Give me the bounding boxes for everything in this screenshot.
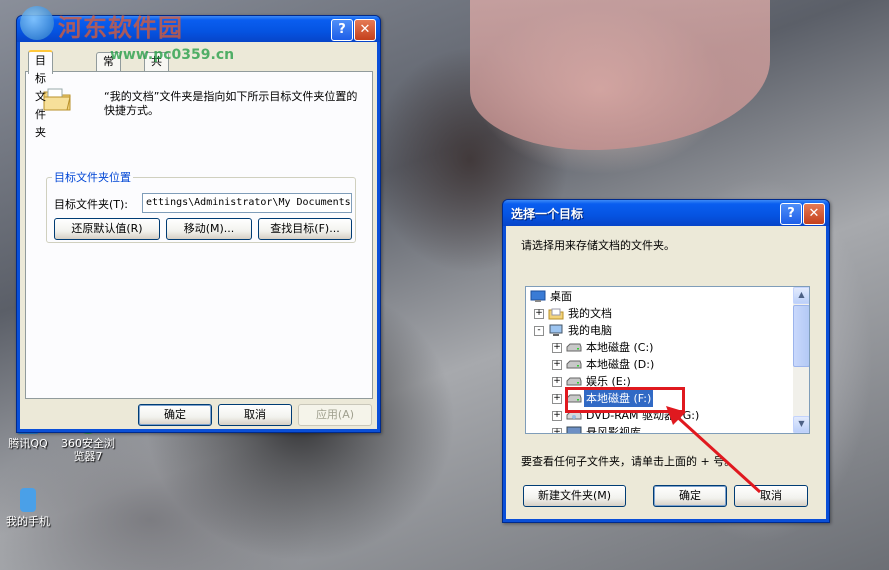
expand-icon[interactable]: + [552, 343, 562, 353]
dialog-client-area: 目标文件夹 常规 共享 “我的文档”文件夹是指向如下所示目标文件夹位置的快捷方式… [20, 42, 377, 429]
title-bar[interactable]: 选择一个目标 ? ✕ [503, 200, 829, 226]
desktop-icon-label: 腾讯QQ [8, 437, 48, 450]
tree-scrollbar[interactable]: ▲ ▼ [793, 287, 809, 433]
my-documents-properties-dialog: ? ✕ 目标文件夹 常规 共享 “我的文档”文件夹是指向如下所示目标文件夹位置的… [16, 15, 381, 433]
expand-icon[interactable]: + [552, 394, 562, 404]
expand-icon[interactable]: + [552, 360, 562, 370]
tree-item-label: 悬风影视库 [586, 426, 641, 434]
expand-icon[interactable]: + [534, 309, 544, 319]
my-documents-icon [548, 308, 564, 320]
tree-item-label: 本地磁盘 (D:) [586, 358, 655, 371]
new-folder-button[interactable]: 新建文件夹(M) [523, 485, 626, 507]
wallpaper-figure [470, 0, 770, 150]
drive-icon [566, 343, 582, 352]
desktop-icon-my-phone[interactable]: 我的手机 [0, 488, 56, 528]
tree-item-label: 本地磁盘 (C:) [586, 341, 654, 354]
instruction-text: 请选择用来存储文档的文件夹。 [521, 239, 675, 252]
find-target-button[interactable]: 查找目标(F)... [258, 218, 352, 240]
move-button[interactable]: 移动(M)... [166, 218, 252, 240]
apply-button: 应用(A) [298, 404, 372, 426]
scroll-thumb[interactable] [793, 305, 809, 367]
help-icon[interactable]: ? [780, 203, 802, 225]
description-text: “我的文档”文件夹是指向如下所示目标文件夹位置的快捷方式。 [104, 90, 358, 117]
phone-icon [20, 488, 36, 512]
target-path-field[interactable]: ettings\Administrator\My Documents [142, 193, 352, 213]
expand-icon[interactable]: + [552, 377, 562, 387]
help-icon[interactable]: ? [331, 19, 353, 41]
drive-icon [566, 360, 582, 369]
desktop-icon-label: 我的手机 [6, 515, 50, 528]
cancel-button[interactable]: 取消 [218, 404, 292, 426]
scroll-up-icon[interactable]: ▲ [793, 287, 809, 304]
watermark-logo-icon [20, 6, 54, 40]
my-computer-icon [549, 324, 563, 336]
tab-panel: “我的文档”文件夹是指向如下所示目标文件夹位置的快捷方式。 目标文件夹位置 目标… [25, 71, 373, 399]
dialog-title: 选择一个目标 [511, 207, 584, 221]
desktop-icon [530, 290, 546, 302]
scroll-down-icon[interactable]: ▼ [793, 416, 809, 433]
close-icon[interactable]: ✕ [354, 19, 376, 41]
collapse-icon[interactable]: - [534, 326, 544, 336]
tab-target-folder[interactable]: 目标文件夹 [28, 50, 53, 139]
my-documents-folder-icon [43, 88, 71, 111]
watermark-url: www.pc0359.cn [110, 47, 235, 63]
ok-button[interactable]: 确定 [138, 404, 212, 426]
close-icon[interactable]: ✕ [803, 203, 825, 225]
watermark-title: 河东软件园 [58, 14, 183, 42]
desktop-icon-label: 360安全浏览器7 [61, 437, 115, 463]
expand-icon[interactable]: + [552, 411, 562, 421]
annotation-arrow-icon [666, 406, 762, 494]
expand-icon[interactable]: + [552, 428, 562, 433]
tree-item-label: 我的电脑 [568, 324, 612, 337]
group-title: 目标文件夹位置 [52, 169, 133, 185]
tree-item-label: 我的文档 [568, 307, 612, 320]
folder-icon [566, 426, 582, 433]
target-label: 目标文件夹(T): [54, 198, 129, 211]
tree-item-label: 桌面 [550, 290, 572, 303]
restore-default-button[interactable]: 还原默认值(R) [54, 218, 160, 240]
